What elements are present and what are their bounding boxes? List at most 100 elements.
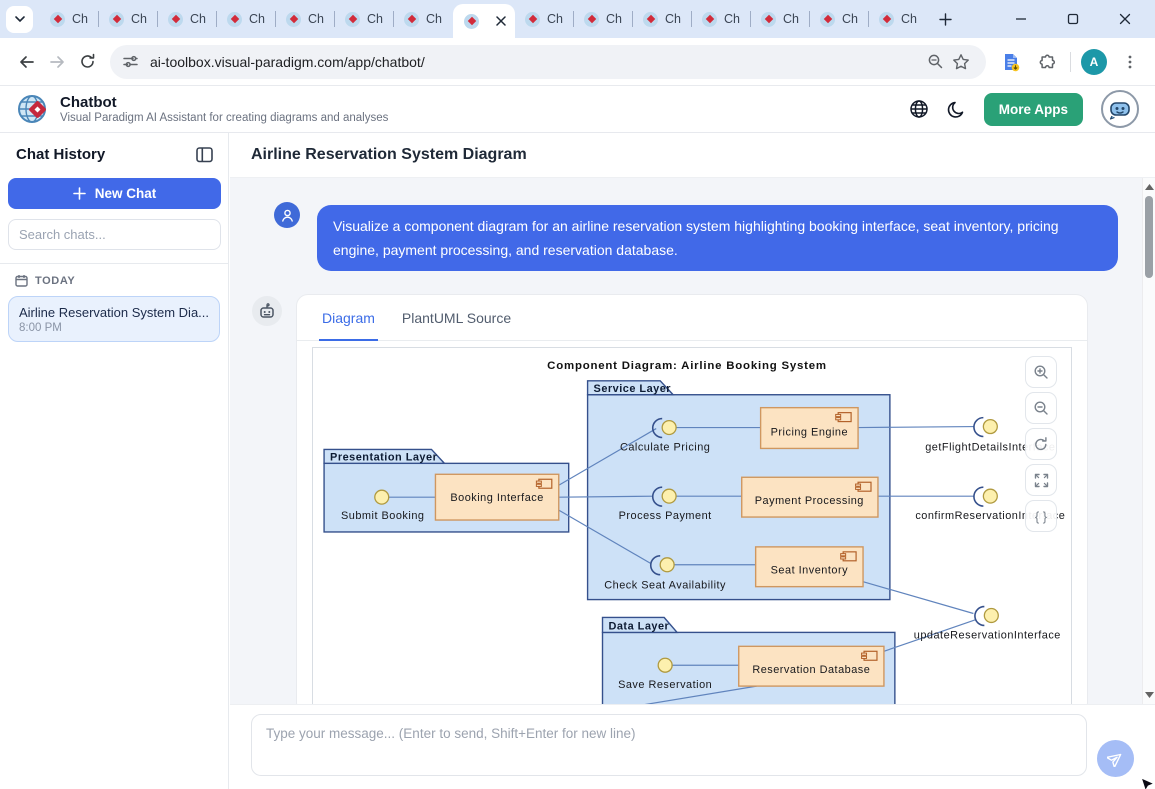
tab-diagram[interactable]: Diagram [322, 295, 375, 340]
app-title: Chatbot [60, 94, 388, 111]
browser-tab[interactable]: Ch [633, 0, 692, 38]
component-label: Payment Processing [755, 495, 864, 507]
minimize-button[interactable] [1015, 13, 1027, 25]
component-payment-processing: Payment Processing [742, 477, 878, 517]
back-button[interactable] [12, 47, 42, 77]
site-settings-icon[interactable] [122, 53, 139, 70]
vp-favicon-icon [879, 12, 894, 27]
extensions-button[interactable] [1034, 49, 1060, 75]
chat-item-title: Airline Reservation System Dia... [19, 305, 209, 320]
bookmark-button[interactable] [948, 49, 974, 75]
interface-label: Check Seat Availability [604, 580, 726, 592]
vp-favicon-icon [464, 14, 479, 29]
browser-tab[interactable]: Ch [515, 0, 574, 38]
diagram-viewport[interactable]: Component Diagram: Airline Booking Syste… [312, 347, 1072, 704]
url-text[interactable]: ai-toolbox.visual-paradigm.com/app/chatb… [150, 54, 922, 70]
browser-tab[interactable]: Ch [751, 0, 810, 38]
fullscreen-button[interactable] [1025, 464, 1057, 496]
chatbot-widget-button[interactable] [1101, 90, 1139, 128]
zoom-reset-button[interactable] [1025, 428, 1057, 460]
magnifier-icon [927, 53, 944, 70]
main-area: Airline Reservation System Diagram Visua… [230, 133, 1155, 789]
maximize-button[interactable] [1067, 13, 1079, 25]
diagram-card-tabs: Diagram PlantUML Source [297, 295, 1087, 341]
app-title-block: Chatbot Visual Paradigm AI Assistant for… [60, 94, 388, 125]
expand-icon [1034, 473, 1049, 488]
browser-tab[interactable]: Ch [217, 0, 276, 38]
vp-favicon-icon [643, 12, 658, 27]
browser-tab[interactable]: Ch [810, 0, 869, 38]
page-title-row: Airline Reservation System Diagram [230, 133, 1155, 178]
scroll-down-button[interactable] [1143, 688, 1155, 702]
back-arrow-icon [18, 53, 36, 71]
assistant-avatar [252, 296, 282, 326]
vp-favicon-icon [820, 12, 835, 27]
browser-tab[interactable]: Ch [574, 0, 633, 38]
close-button[interactable] [1119, 13, 1131, 25]
browser-tab[interactable]: Ch [158, 0, 217, 38]
tab-plantuml-source[interactable]: PlantUML Source [402, 295, 511, 340]
chat-history-item[interactable]: Airline Reservation System Dia... 8:00 P… [8, 296, 220, 342]
forward-button[interactable] [42, 47, 72, 77]
header-actions: More Apps [909, 90, 1139, 128]
star-icon [952, 53, 970, 71]
person-icon [280, 208, 295, 223]
browser-tab[interactable]: Ch [40, 0, 99, 38]
browser-menu-button[interactable] [1117, 49, 1143, 75]
interface-label: Process Payment [619, 510, 712, 522]
browser-tab-active[interactable] [453, 4, 515, 38]
send-button[interactable] [1097, 740, 1134, 777]
browser-tab[interactable]: Ch [99, 0, 158, 38]
page-title: Airline Reservation System Diagram [251, 146, 527, 164]
window-controls [1015, 13, 1155, 25]
chevron-down-icon [14, 13, 26, 25]
tab-close-icon[interactable] [496, 16, 506, 26]
calendar-icon [15, 274, 28, 287]
vp-favicon-icon [50, 12, 65, 27]
interface-label: Save Reservation [618, 679, 712, 691]
scroll-up-icon [1145, 184, 1154, 190]
search-input[interactable] [8, 219, 221, 250]
reload-icon [79, 53, 96, 70]
new-chat-button[interactable]: New Chat [8, 178, 221, 209]
vp-favicon-icon [286, 12, 301, 27]
moon-icon [947, 100, 966, 119]
maximize-icon [1067, 13, 1079, 25]
new-tab-button[interactable] [932, 6, 958, 32]
scroll-up-button[interactable] [1143, 180, 1155, 194]
component-label: Pricing Engine [771, 427, 848, 439]
section-label: TODAY [35, 275, 75, 287]
fit-to-screen-button[interactable]: { } [1025, 500, 1057, 532]
messages-scrollbar[interactable] [1142, 178, 1155, 704]
plus-icon [939, 13, 952, 26]
reload-button[interactable] [72, 47, 102, 77]
toolbar-divider [1070, 52, 1071, 72]
scrollbar-thumb[interactable] [1145, 196, 1153, 278]
zoom-level-button[interactable] [922, 49, 948, 75]
browser-tab[interactable]: Ch [335, 0, 394, 38]
today-section-header: TODAY [0, 264, 228, 294]
zoom-in-button[interactable] [1025, 356, 1057, 388]
language-button[interactable] [909, 99, 929, 119]
collapse-sidebar-icon[interactable] [196, 147, 214, 163]
vp-favicon-icon [345, 12, 360, 27]
browser-tab[interactable]: Ch [394, 0, 453, 38]
kebab-menu-icon [1122, 54, 1138, 70]
tab-search-button[interactable] [6, 6, 33, 33]
browser-tab[interactable]: Ch [692, 0, 751, 38]
browser-tab[interactable]: Ch [869, 0, 928, 38]
profile-avatar[interactable]: A [1081, 49, 1107, 75]
browser-tab[interactable]: Ch [276, 0, 335, 38]
vp-favicon-icon [761, 12, 776, 27]
reset-rotate-icon [1033, 436, 1049, 452]
reading-list-button[interactable] [998, 49, 1024, 75]
address-bar[interactable]: ai-toolbox.visual-paradigm.com/app/chatb… [110, 45, 986, 79]
app-subtitle: Visual Paradigm AI Assistant for creatin… [60, 111, 388, 125]
more-apps-button[interactable]: More Apps [984, 93, 1083, 126]
browser-tab-strip: Ch Ch Ch Ch Ch Ch Ch Ch Ch Ch Ch Ch Ch C… [0, 0, 1155, 38]
dark-mode-button[interactable] [947, 100, 966, 119]
message-input[interactable] [251, 714, 1087, 776]
zoom-out-button[interactable] [1025, 392, 1057, 424]
forward-arrow-icon [48, 53, 66, 71]
sidebar-header: Chat History [0, 133, 228, 171]
